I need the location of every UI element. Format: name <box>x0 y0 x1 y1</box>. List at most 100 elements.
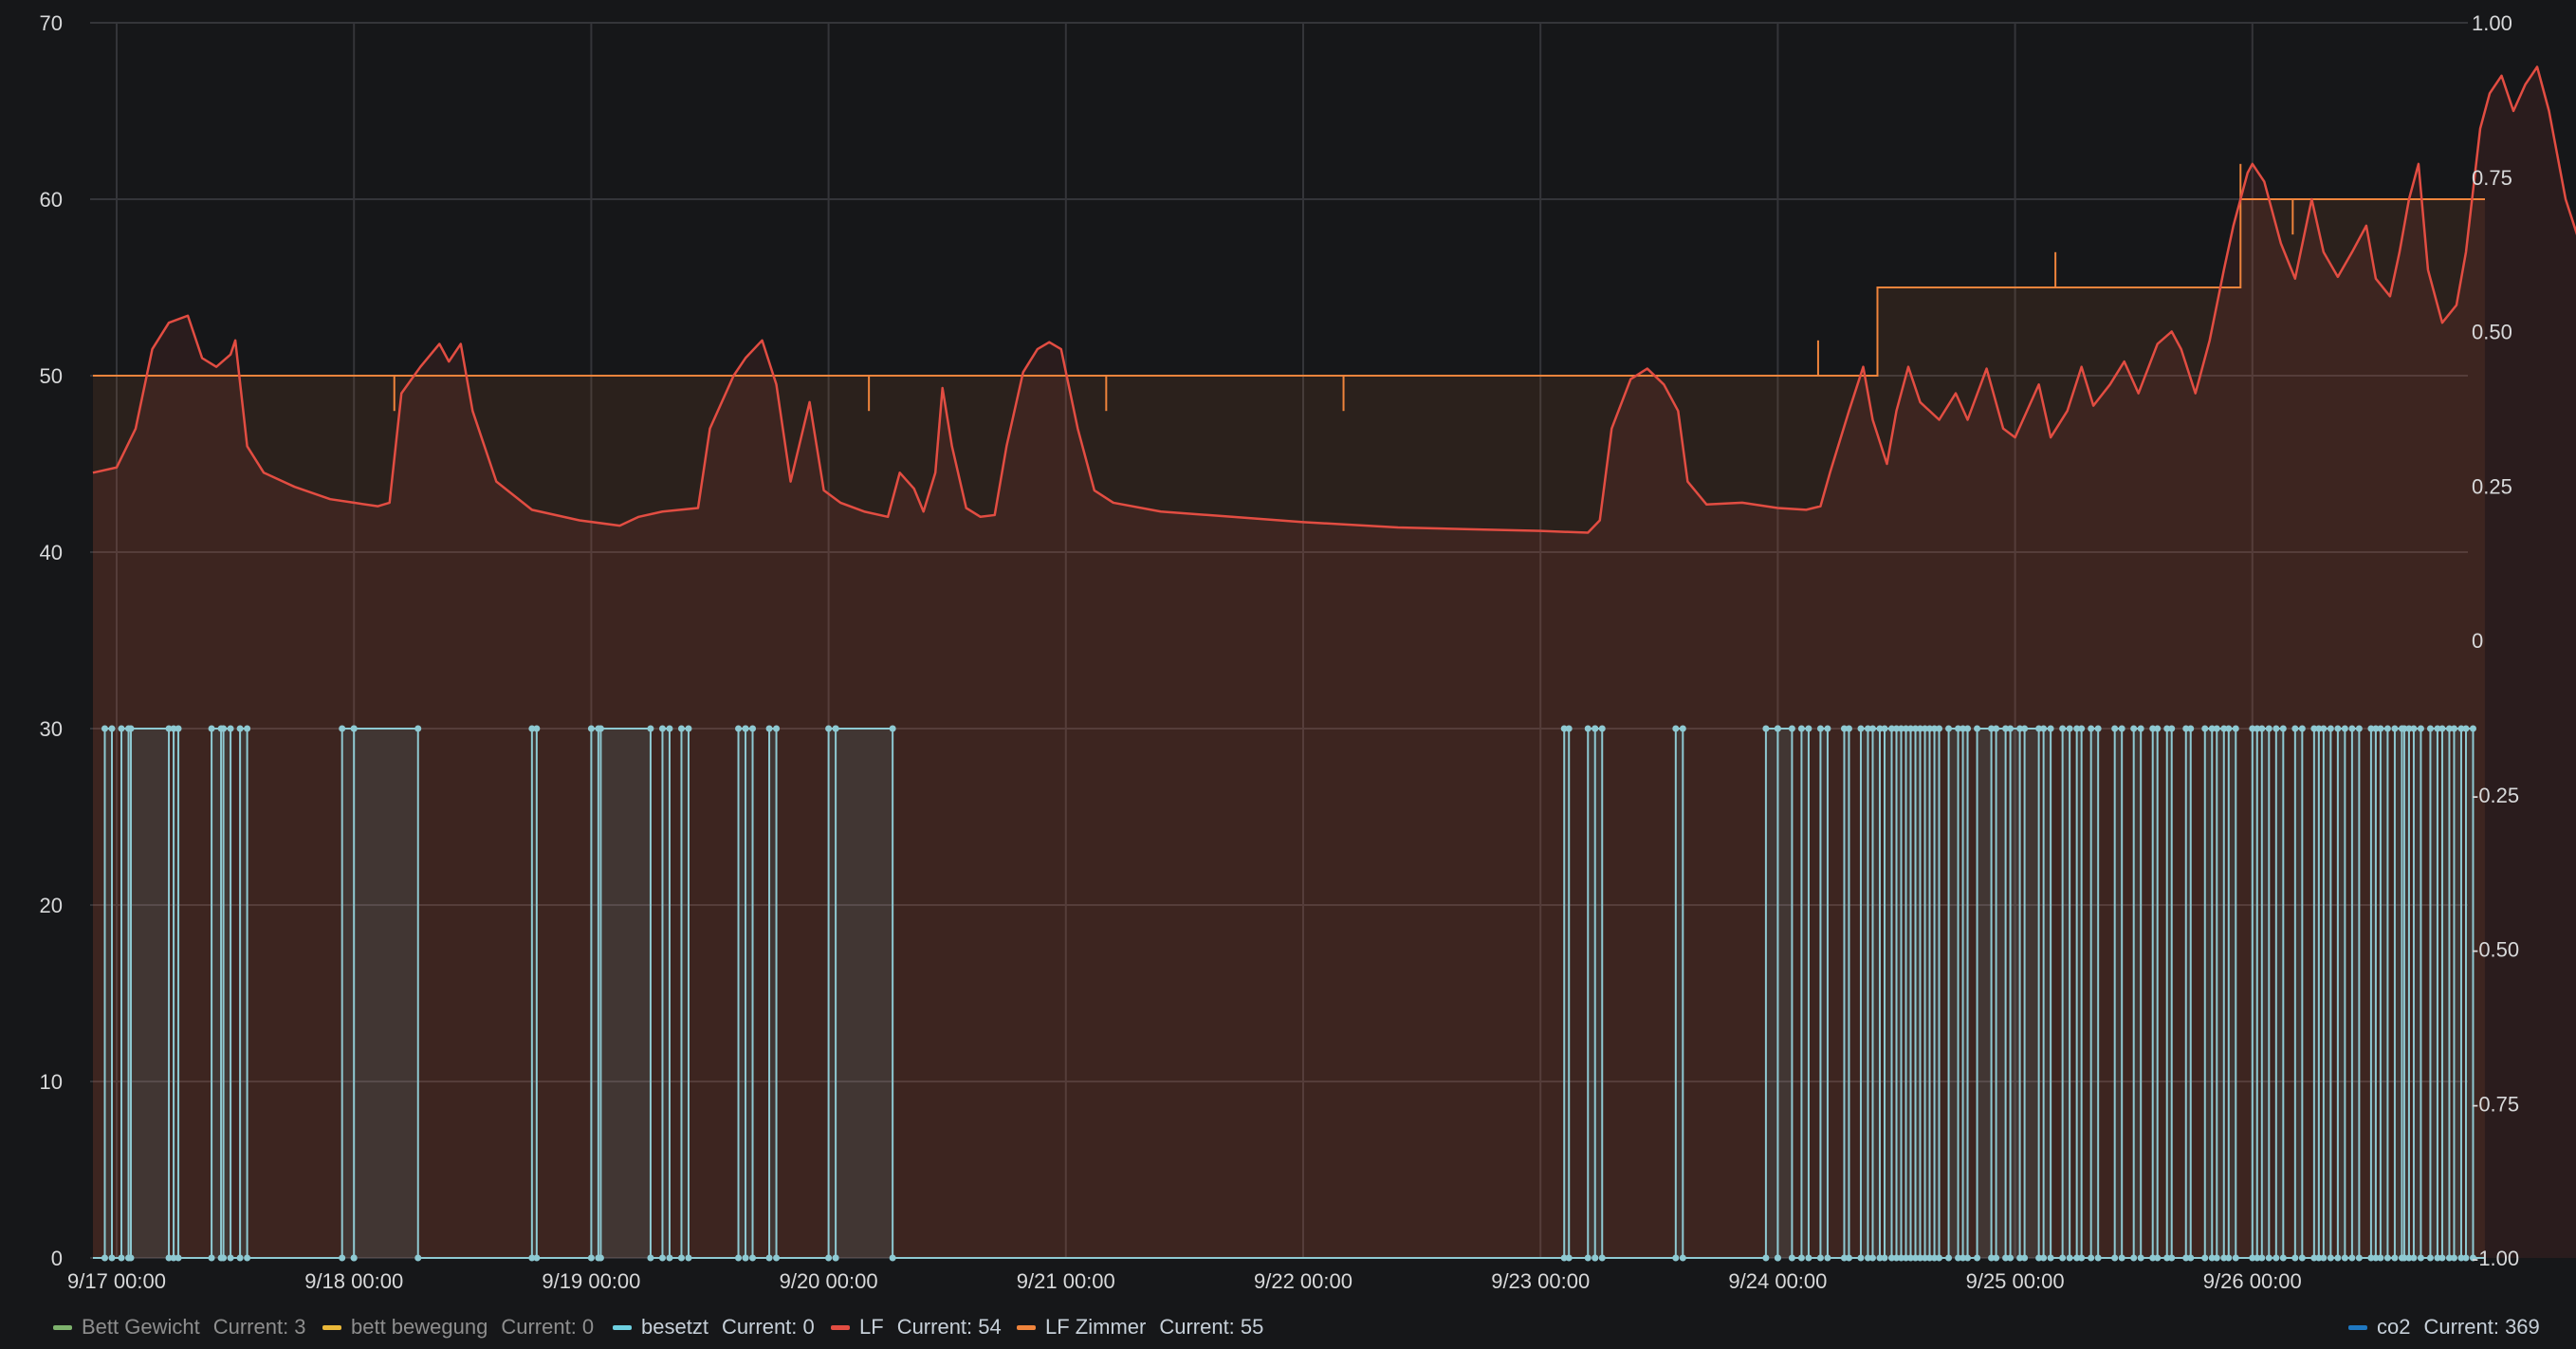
besetzt-point <box>742 1254 749 1262</box>
besetzt-point <box>2225 725 2233 732</box>
y-tick-label: 30 <box>40 717 63 741</box>
besetzt-point <box>1762 725 1770 732</box>
besetzt-point <box>1679 1254 1686 1262</box>
besetzt-point <box>2327 725 2334 732</box>
besetzt-area <box>1872 729 1880 1258</box>
besetzt-area <box>354 729 418 1258</box>
legend-item-co2[interactable]: co2 Current: 369 <box>2348 1315 2540 1340</box>
besetzt-point <box>108 1254 116 1262</box>
y-tick-label: 70 <box>40 11 63 35</box>
besetzt-point <box>350 1254 358 1262</box>
besetzt-point <box>101 725 108 732</box>
besetzt-point <box>2232 725 2239 732</box>
y-right-tick-label: -0.75 <box>2472 1092 2519 1116</box>
besetzt-point <box>2066 725 2073 732</box>
besetzt-point <box>125 725 133 732</box>
besetzt-point <box>1845 1254 1852 1262</box>
besetzt-point <box>1974 1254 1981 1262</box>
besetzt-point <box>2410 1254 2418 1262</box>
besetzt-point <box>208 1254 215 1262</box>
besetzt-area <box>341 729 355 1258</box>
besetzt-area <box>2024 729 2039 1258</box>
besetzt-point <box>1868 1254 1876 1262</box>
besetzt-point <box>735 1254 743 1262</box>
legend-current: Current: 3 <box>212 1315 306 1339</box>
besetzt-area <box>1594 729 1603 1258</box>
besetzt-point <box>2469 725 2476 732</box>
besetzt-point <box>2450 1254 2457 1262</box>
besetzt-point <box>2341 1254 2348 1262</box>
besetzt-area <box>2217 729 2224 1258</box>
besetzt-point <box>2066 1254 2073 1262</box>
besetzt-point <box>2213 725 2220 732</box>
besetzt-point <box>658 725 666 732</box>
besetzt-point <box>414 1254 422 1262</box>
besetzt-point <box>2298 1254 2306 1262</box>
besetzt-point <box>1762 1254 1770 1262</box>
besetzt-area <box>828 729 837 1258</box>
besetzt-point <box>2213 1254 2220 1262</box>
besetzt-point <box>2417 1254 2424 1262</box>
legend-item-bett-bewegung[interactable]: bett bewegung Current: 0 <box>322 1315 594 1340</box>
besetzt-point <box>2320 1254 2328 1262</box>
besetzt-point <box>533 725 541 732</box>
besetzt-area <box>2261 729 2270 1258</box>
besetzt-point <box>2047 725 2054 732</box>
besetzt-point <box>1881 1254 1888 1262</box>
besetzt-point <box>118 1254 125 1262</box>
besetzt-point <box>220 725 228 732</box>
besetzt-area <box>223 729 231 1258</box>
besetzt-point <box>2118 1254 2125 1262</box>
time-series-chart[interactable]: 0 10 20 30 40 50 60 70 -1.00 -0.75 -0.50 -0.25 0 0.2… <box>0 0 2576 1309</box>
y-axis-left: 0 10 20 30 40 50 60 70 <box>40 11 63 1270</box>
besetzt-area <box>600 729 651 1258</box>
besetzt-point <box>2462 1254 2470 1262</box>
legend-item-besetzt[interactable]: besetzt Current: 0 <box>613 1315 815 1340</box>
besetzt-point <box>1857 725 1865 732</box>
besetzt-point <box>1964 725 1972 732</box>
besetzt-point <box>2201 725 2209 732</box>
besetzt-point <box>597 1254 604 1262</box>
besetzt-point <box>1845 725 1852 732</box>
besetzt-point <box>2355 1254 2363 1262</box>
besetzt-point <box>1936 1254 1943 1262</box>
besetzt-point <box>2265 1254 2272 1262</box>
besetzt-point <box>2047 1254 2054 1262</box>
legend-item-bett-gewicht[interactable]: Bett Gewicht Current: 3 <box>53 1315 306 1340</box>
besetzt-point <box>2059 1254 2067 1262</box>
legend-current: Current: 0 <box>501 1315 595 1339</box>
besetzt-point <box>2334 725 2342 732</box>
x-tick-label: 9/21 00:00 <box>1017 1269 1115 1293</box>
besetzt-point <box>1945 725 1953 732</box>
legend-swatch <box>613 1324 632 1330</box>
besetzt-point <box>825 1254 833 1262</box>
besetzt-point <box>2258 1254 2266 1262</box>
besetzt-area <box>1996 729 2006 1258</box>
besetzt-point <box>236 1254 244 1262</box>
y-right-tick-label: 0.25 <box>2472 474 2512 498</box>
besetzt-area <box>1765 729 1778 1258</box>
y-right-tick-label: -1.00 <box>2472 1247 2519 1270</box>
legend-label: co2 <box>2377 1315 2411 1339</box>
besetzt-area <box>2204 729 2213 1258</box>
besetzt-point <box>533 1254 541 1262</box>
besetzt-point <box>1679 725 1686 732</box>
besetzt-point <box>773 1254 781 1262</box>
legend-swatch <box>322 1324 341 1330</box>
besetzt-point <box>2154 1254 2162 1262</box>
besetzt-point <box>2279 725 2287 732</box>
legend-item-lf-zimmer[interactable]: LF Zimmer Current: 55 <box>1017 1315 1263 1340</box>
besetzt-point <box>889 725 896 732</box>
y-tick-label: 0 <box>51 1247 63 1270</box>
y-tick-label: 60 <box>40 188 63 212</box>
besetzt-point <box>2021 725 2029 732</box>
legend-item-lf[interactable]: LF Current: 54 <box>831 1315 1002 1340</box>
besetzt-point <box>2088 1254 2095 1262</box>
besetzt-point <box>832 1254 839 1262</box>
besetzt-point <box>2187 1254 2195 1262</box>
besetzt-point <box>244 1254 251 1262</box>
besetzt-area <box>2430 729 2438 1258</box>
x-tick-label: 9/17 00:00 <box>67 1269 166 1293</box>
besetzt-point <box>1797 725 1805 732</box>
besetzt-point <box>1774 725 1781 732</box>
